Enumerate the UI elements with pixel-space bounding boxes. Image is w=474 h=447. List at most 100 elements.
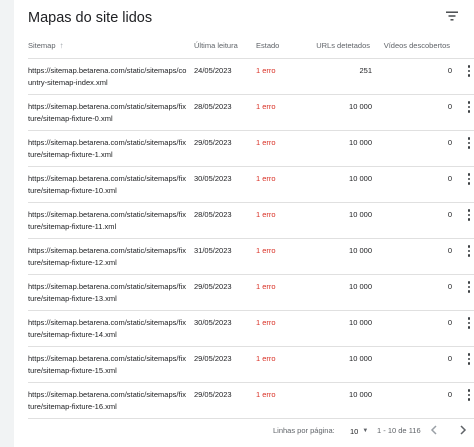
last-read-date: 30/05/2023 <box>194 174 232 183</box>
more-vert-icon <box>467 182 471 185</box>
sitemap-url[interactable]: https://sitemap.betarena.com/static/site… <box>28 65 188 88</box>
sitemap-url[interactable]: https://sitemap.betarena.com/static/site… <box>28 245 188 268</box>
table-row[interactable]: https://sitemap.betarena.com/static/site… <box>28 203 474 239</box>
rows-per-page-select[interactable]: 10 ▼ <box>350 424 374 438</box>
last-read-date: 29/05/2023 <box>194 354 232 363</box>
last-read-date: 30/05/2023 <box>194 318 232 327</box>
last-read-date: 28/05/2023 <box>194 210 232 219</box>
sitemap-url[interactable]: https://sitemap.betarena.com/static/site… <box>28 389 188 412</box>
more-vert-icon <box>467 141 471 145</box>
more-vert-icon <box>467 74 471 77</box>
row-more-button[interactable] <box>464 64 474 78</box>
more-vert-icon <box>467 357 471 361</box>
column-header-sitemap-label: Sitemap <box>28 41 56 50</box>
more-vert-icon <box>467 254 471 257</box>
column-header-sitemap[interactable]: Sitemap ↑ <box>28 41 64 50</box>
sitemap-url[interactable]: https://sitemap.betarena.com/static/site… <box>28 101 188 124</box>
urls-detected-count: 10 000 <box>349 174 372 183</box>
videos-found-count: 0 <box>447 282 452 291</box>
videos-found-count: 0 <box>447 66 452 75</box>
table-row[interactable]: https://sitemap.betarena.com/static/site… <box>28 167 474 203</box>
column-header-status[interactable]: Estado <box>256 41 279 50</box>
table-row[interactable]: https://sitemap.betarena.com/static/site… <box>28 347 474 383</box>
table-row[interactable]: https://sitemap.betarena.com/static/site… <box>28 131 474 167</box>
videos-found-count: 0 <box>447 318 452 327</box>
pagination-range: 1 - 10 de 116 <box>377 426 421 435</box>
row-more-button[interactable] <box>464 136 474 150</box>
more-vert-icon <box>467 69 471 73</box>
column-header-videos-found[interactable]: Vídeos descobertos <box>384 41 450 50</box>
table-row[interactable]: https://sitemap.betarena.com/static/site… <box>28 383 474 419</box>
row-more-button[interactable] <box>464 172 474 186</box>
more-vert-icon <box>467 177 471 181</box>
sitemap-url[interactable]: https://sitemap.betarena.com/static/site… <box>28 281 188 304</box>
last-read-date: 29/05/2023 <box>194 138 232 147</box>
urls-detected-count: 10 000 <box>349 318 372 327</box>
table-row[interactable]: https://sitemap.betarena.com/static/site… <box>28 95 474 131</box>
status-badge: 1 erro <box>256 174 276 183</box>
status-badge: 1 erro <box>256 246 276 255</box>
sitemaps-card: Mapas do site lidos Sitemap ↑ Última leit… <box>14 0 474 447</box>
more-vert-icon <box>467 321 471 325</box>
status-badge: 1 erro <box>256 210 276 219</box>
sitemap-url[interactable]: https://sitemap.betarena.com/static/site… <box>28 137 188 160</box>
urls-detected-count: 10 000 <box>349 210 372 219</box>
status-badge: 1 erro <box>256 282 276 291</box>
videos-found-count: 0 <box>447 210 452 219</box>
videos-found-count: 0 <box>447 102 452 111</box>
videos-found-count: 0 <box>447 174 452 183</box>
caret-down-icon: ▼ <box>362 428 369 434</box>
table-row[interactable]: https://sitemap.betarena.com/static/site… <box>28 59 474 95</box>
videos-found-count: 0 <box>447 246 452 255</box>
left-gutter <box>0 0 14 447</box>
row-more-button[interactable] <box>464 280 474 294</box>
next-page-button[interactable] <box>456 423 470 437</box>
videos-found-count: 0 <box>447 138 452 147</box>
more-vert-icon <box>467 398 471 401</box>
status-badge: 1 erro <box>256 318 276 327</box>
last-read-date: 24/05/2023 <box>194 66 232 75</box>
urls-detected-count: 10 000 <box>349 138 372 147</box>
sitemap-url[interactable]: https://sitemap.betarena.com/static/site… <box>28 209 188 232</box>
chevron-right-icon <box>460 425 467 435</box>
last-read-date: 28/05/2023 <box>194 102 232 111</box>
more-vert-icon <box>467 317 471 320</box>
more-vert-icon <box>467 146 471 149</box>
urls-detected-count: 251 <box>359 66 372 75</box>
chevron-left-icon <box>430 425 437 435</box>
arrow-up-icon: ↑ <box>59 41 64 50</box>
column-header-last-read[interactable]: Última leitura <box>194 41 238 50</box>
more-vert-icon <box>467 249 471 253</box>
rows-per-page-value: 10 <box>350 426 359 436</box>
more-vert-icon <box>467 137 471 140</box>
last-read-date: 29/05/2023 <box>194 390 232 399</box>
filter-button[interactable] <box>441 5 463 27</box>
row-more-button[interactable] <box>464 316 474 330</box>
videos-found-count: 0 <box>447 390 452 399</box>
row-more-button[interactable] <box>464 100 474 114</box>
status-badge: 1 erro <box>256 66 276 75</box>
table-row[interactable]: https://sitemap.betarena.com/static/site… <box>28 311 474 347</box>
sitemap-url[interactable]: https://sitemap.betarena.com/static/site… <box>28 173 188 196</box>
videos-found-count: 0 <box>447 354 452 363</box>
sitemap-url[interactable]: https://sitemap.betarena.com/static/site… <box>28 317 188 340</box>
more-vert-icon <box>467 213 471 217</box>
row-more-button[interactable] <box>464 208 474 222</box>
more-vert-icon <box>467 290 471 293</box>
more-vert-icon <box>467 326 471 329</box>
urls-detected-count: 10 000 <box>349 354 372 363</box>
column-header-urls-detected[interactable]: URLs detetados <box>316 41 370 50</box>
row-more-button[interactable] <box>464 244 474 258</box>
more-vert-icon <box>467 101 471 104</box>
row-more-button[interactable] <box>464 352 474 366</box>
sitemap-url[interactable]: https://sitemap.betarena.com/static/site… <box>28 353 188 376</box>
previous-page-button[interactable] <box>427 423 441 437</box>
more-vert-icon <box>467 285 471 289</box>
more-vert-icon <box>467 245 471 248</box>
more-vert-icon <box>467 393 471 397</box>
table-row[interactable]: https://sitemap.betarena.com/static/site… <box>28 239 474 275</box>
last-read-date: 31/05/2023 <box>194 246 232 255</box>
row-more-button[interactable] <box>464 388 474 402</box>
urls-detected-count: 10 000 <box>349 102 372 111</box>
table-row[interactable]: https://sitemap.betarena.com/static/site… <box>28 275 474 311</box>
